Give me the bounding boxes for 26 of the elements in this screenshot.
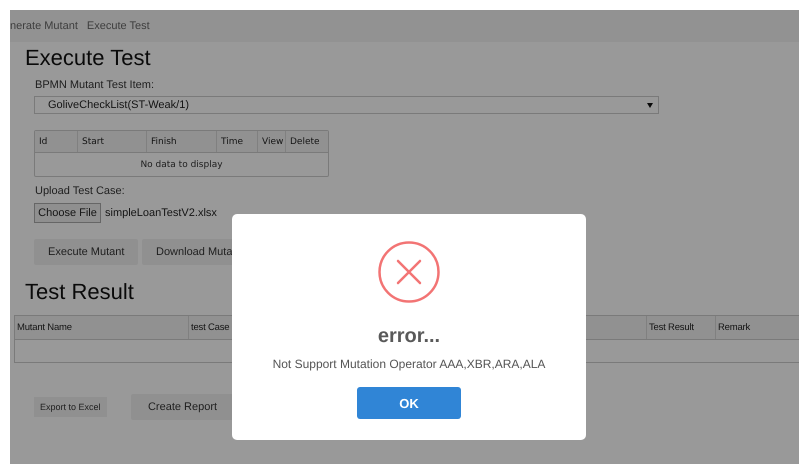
export-button[interactable]: Export to Excel — [34, 397, 107, 417]
nav-link[interactable]: nerate Mutant — [10, 20, 78, 32]
column-header: View — [258, 131, 286, 152]
choose-file-button[interactable]: Choose File — [34, 203, 101, 223]
column-header: Delete — [289, 136, 321, 148]
section-title: Test Result — [25, 279, 135, 305]
ok-button[interactable]: OK — [357, 387, 461, 419]
error-icon — [378, 241, 440, 303]
column-header: Finish — [147, 131, 217, 152]
file-name: simpleLoanTestV2.xlsx — [105, 207, 217, 219]
column-header: Test Result — [647, 316, 716, 339]
field-label: Upload Test Case: — [35, 185, 126, 197]
empty-message: No data to display — [139, 158, 224, 172]
dialog-message: Not Support Mutation Operator AAA,XBR,ARA,ALA — [272, 357, 546, 371]
execute-button[interactable]: Execute Mutant — [34, 239, 138, 265]
test-item-select[interactable]: GoliveCheckList(ST-Weak/1) — [34, 96, 659, 114]
column-header: Time — [217, 131, 258, 152]
nav-link[interactable]: Execute Test — [86, 20, 150, 32]
field-label: BPMN Mutant Test Item: — [35, 79, 156, 91]
caret-icon — [647, 102, 653, 108]
report-button[interactable]: Create Report — [130, 394, 235, 420]
column-header: Remark — [717, 321, 752, 335]
column-header: Id — [35, 131, 78, 152]
page-title: Execute Test — [25, 45, 152, 71]
column-header: Mutant Name — [15, 316, 189, 339]
column-header: Start — [78, 131, 147, 152]
